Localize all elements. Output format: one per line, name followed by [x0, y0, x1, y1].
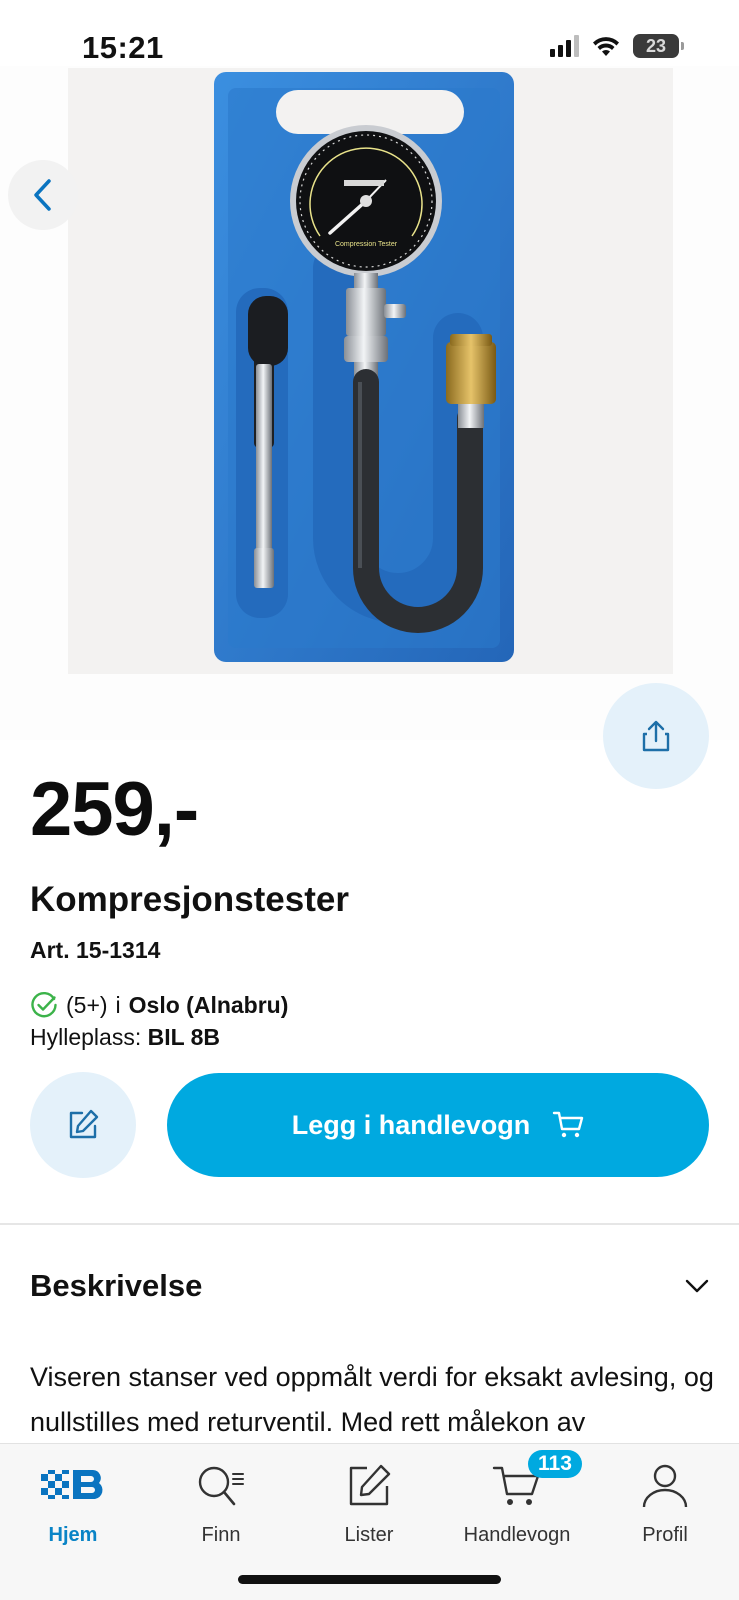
battery-icon: 23: [633, 34, 684, 58]
add-to-cart-label: Legg i handlevogn: [291, 1109, 531, 1140]
section-divider: [0, 1223, 739, 1225]
cart-icon: 113: [492, 1450, 582, 1516]
nav-label-lists: Lister: [344, 1524, 394, 1546]
article-number: Art. 15-1314: [30, 937, 161, 963]
compression-tester-illustration: Compression Tester: [214, 72, 514, 662]
chevron-left-icon: [34, 179, 51, 211]
profile-icon: [641, 1456, 689, 1516]
stock-status: (5+) i Oslo (Alnabru): [30, 991, 288, 1019]
add-to-list-button[interactable]: [30, 1072, 136, 1178]
home-indicator: [238, 1575, 501, 1584]
nav-item-lists[interactable]: Lister: [299, 1456, 439, 1547]
back-button[interactable]: [8, 160, 78, 230]
nav-item-cart[interactable]: 113 Handlevogn: [447, 1450, 587, 1547]
nav-item-profile[interactable]: Profil: [595, 1456, 735, 1547]
nav-label-search: Finn: [201, 1524, 241, 1546]
shelf-value: BIL 8B: [147, 1024, 221, 1050]
product-price: 259,-: [30, 767, 199, 852]
nav-label-profile: Profil: [642, 1524, 688, 1546]
nav-label-cart: Handlevogn: [463, 1524, 571, 1546]
description-title: Beskrivelse: [30, 1268, 203, 1303]
edit-icon: [69, 1109, 99, 1139]
wifi-icon: [593, 37, 619, 56]
status-time: 15:21: [82, 30, 164, 65]
nav-item-search[interactable]: Finn: [151, 1456, 291, 1547]
product-image[interactable]: Compression Tester: [68, 68, 673, 674]
share-button[interactable]: [603, 683, 709, 789]
shelf-label: Hylleplass:: [30, 1024, 142, 1050]
status-bar: 15:21 23: [0, 0, 739, 66]
chevron-down-icon: [685, 1279, 709, 1293]
cart-count-badge: 113: [528, 1450, 582, 1478]
shelf-location: Hylleplass: BIL 8B: [30, 1024, 220, 1051]
product-name: Kompresjonstester: [30, 880, 349, 919]
add-to-cart-button[interactable]: Legg i handlevogn: [167, 1073, 709, 1177]
status-icons: 23: [550, 34, 684, 58]
edit-list-icon: [347, 1456, 391, 1516]
signal-icon: [550, 35, 579, 57]
search-list-icon: [196, 1456, 246, 1516]
description-toggle[interactable]: Beskrivelse: [30, 1264, 710, 1308]
stock-location[interactable]: Oslo (Alnabru): [129, 992, 289, 1019]
product-image-area: Compression Tester: [0, 66, 739, 740]
check-circle-icon: [31, 992, 57, 1018]
stock-preposition: i: [115, 991, 121, 1018]
nav-item-home[interactable]: Hjem: [3, 1456, 143, 1547]
home-logo-icon: [41, 1456, 105, 1516]
gauge-label: Compression Tester: [335, 241, 398, 248]
description-text: Viseren stanser ved oppmålt verdi for ek…: [30, 1362, 714, 1437]
cart-icon: [553, 1111, 584, 1138]
share-icon: [642, 720, 670, 752]
nav-label-home: Hjem: [48, 1524, 98, 1546]
stock-count: (5+): [66, 991, 108, 1018]
